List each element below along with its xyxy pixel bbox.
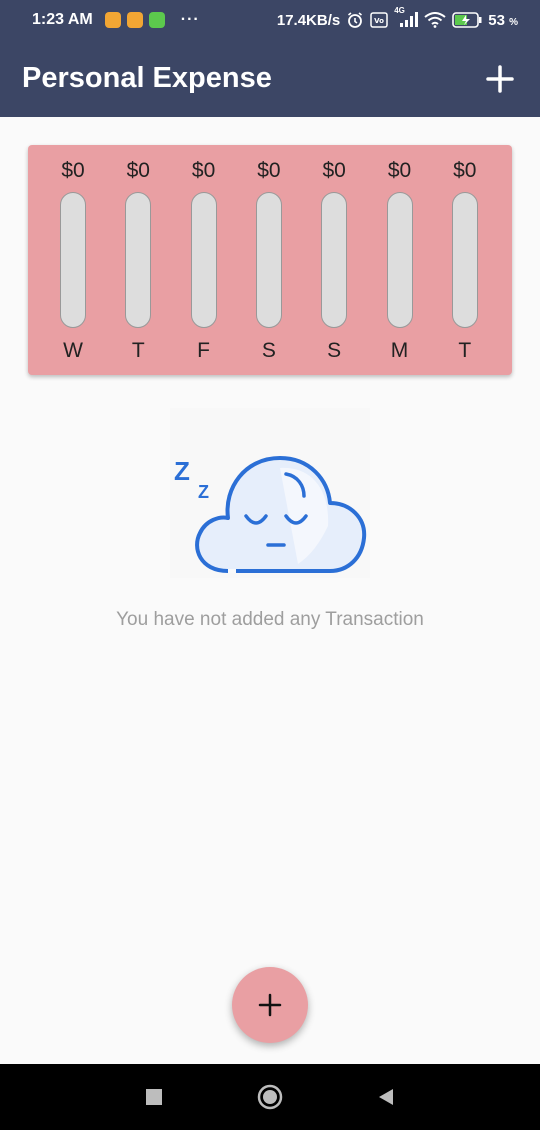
bar-amount-label: $0 [126,159,150,182]
battery-level: 53 % [488,11,518,29]
more-notifications-icon: ··· [180,11,200,28]
chart-bar-column: $0 F [179,145,229,375]
status-bar: 1:23 AM ··· 17.4KB/s Vo 4G 53 % [0,0,540,40]
sleeping-cloud-icon: Z Z [170,408,370,578]
home-button[interactable] [257,1084,283,1110]
add-transaction-fab[interactable] [232,967,308,1043]
bar-amount-label: $0 [191,159,216,182]
bar-track [190,192,217,328]
bar-track [451,192,478,328]
battery-icon [452,12,482,28]
wifi-icon [424,12,446,28]
chart-bar-column: $0 M [375,145,425,375]
add-transaction-button[interactable] [482,61,518,97]
bar-day-label: W [63,339,83,362]
app-bar: Personal Expense [0,40,540,117]
plus-icon [258,993,282,1017]
alarm-icon [346,11,364,29]
bar-track [255,192,282,328]
bar-amount-label: $0 [387,159,412,182]
bar-day-label: T [131,339,145,362]
signal-icon: 4G [394,6,419,28]
bar-track [125,192,152,328]
bar-amount-label: $0 [61,159,85,182]
weekly-chart-card: $0 W $0 T $0 F $0 S $0 S $0 M $0 T [28,145,512,375]
bar-amount-label: $0 [322,159,346,182]
circle-icon [257,1084,283,1110]
plus-icon [486,64,514,93]
back-button[interactable] [373,1084,399,1110]
empty-state-message: You have not added any Transaction [116,609,424,630]
chart-bar-column: $0 S [244,145,294,375]
recent-apps-button[interactable] [141,1084,167,1110]
bar-day-label: M [390,339,409,362]
bar-amount-label: $0 [257,159,281,182]
chart-bar-column: $0 T [440,145,490,375]
page-title: Personal Expense [22,62,272,94]
network-speed: 17.4KB/s [276,11,341,29]
notification-app-icon [126,12,143,28]
system-nav-bar [0,1064,540,1130]
bar-amount-label: $0 [453,159,477,182]
bar-track [386,192,413,328]
svg-text:Z: Z [174,456,190,486]
android-icon [148,12,165,28]
svg-text:Z: Z [198,482,209,502]
chart-bar-column: $0 S [309,145,359,375]
bar-track [60,192,86,328]
bar-day-label: F [197,339,210,362]
chart-bar-column: $0 W [48,145,98,375]
triangle-back-icon [379,1089,393,1105]
chart-bar-column: $0 T [113,145,163,375]
volte-icon: Vo [370,12,388,28]
svg-text:Vo: Vo [374,17,384,25]
network-type: 4G [394,6,405,15]
bar-day-label: S [261,339,276,362]
bar-day-label: T [458,339,472,362]
bar-track [321,192,348,328]
square-icon [146,1089,162,1105]
notification-app-icon [104,12,121,28]
status-time: 1:23 AM [32,11,93,28]
bar-day-label: S [327,339,342,362]
